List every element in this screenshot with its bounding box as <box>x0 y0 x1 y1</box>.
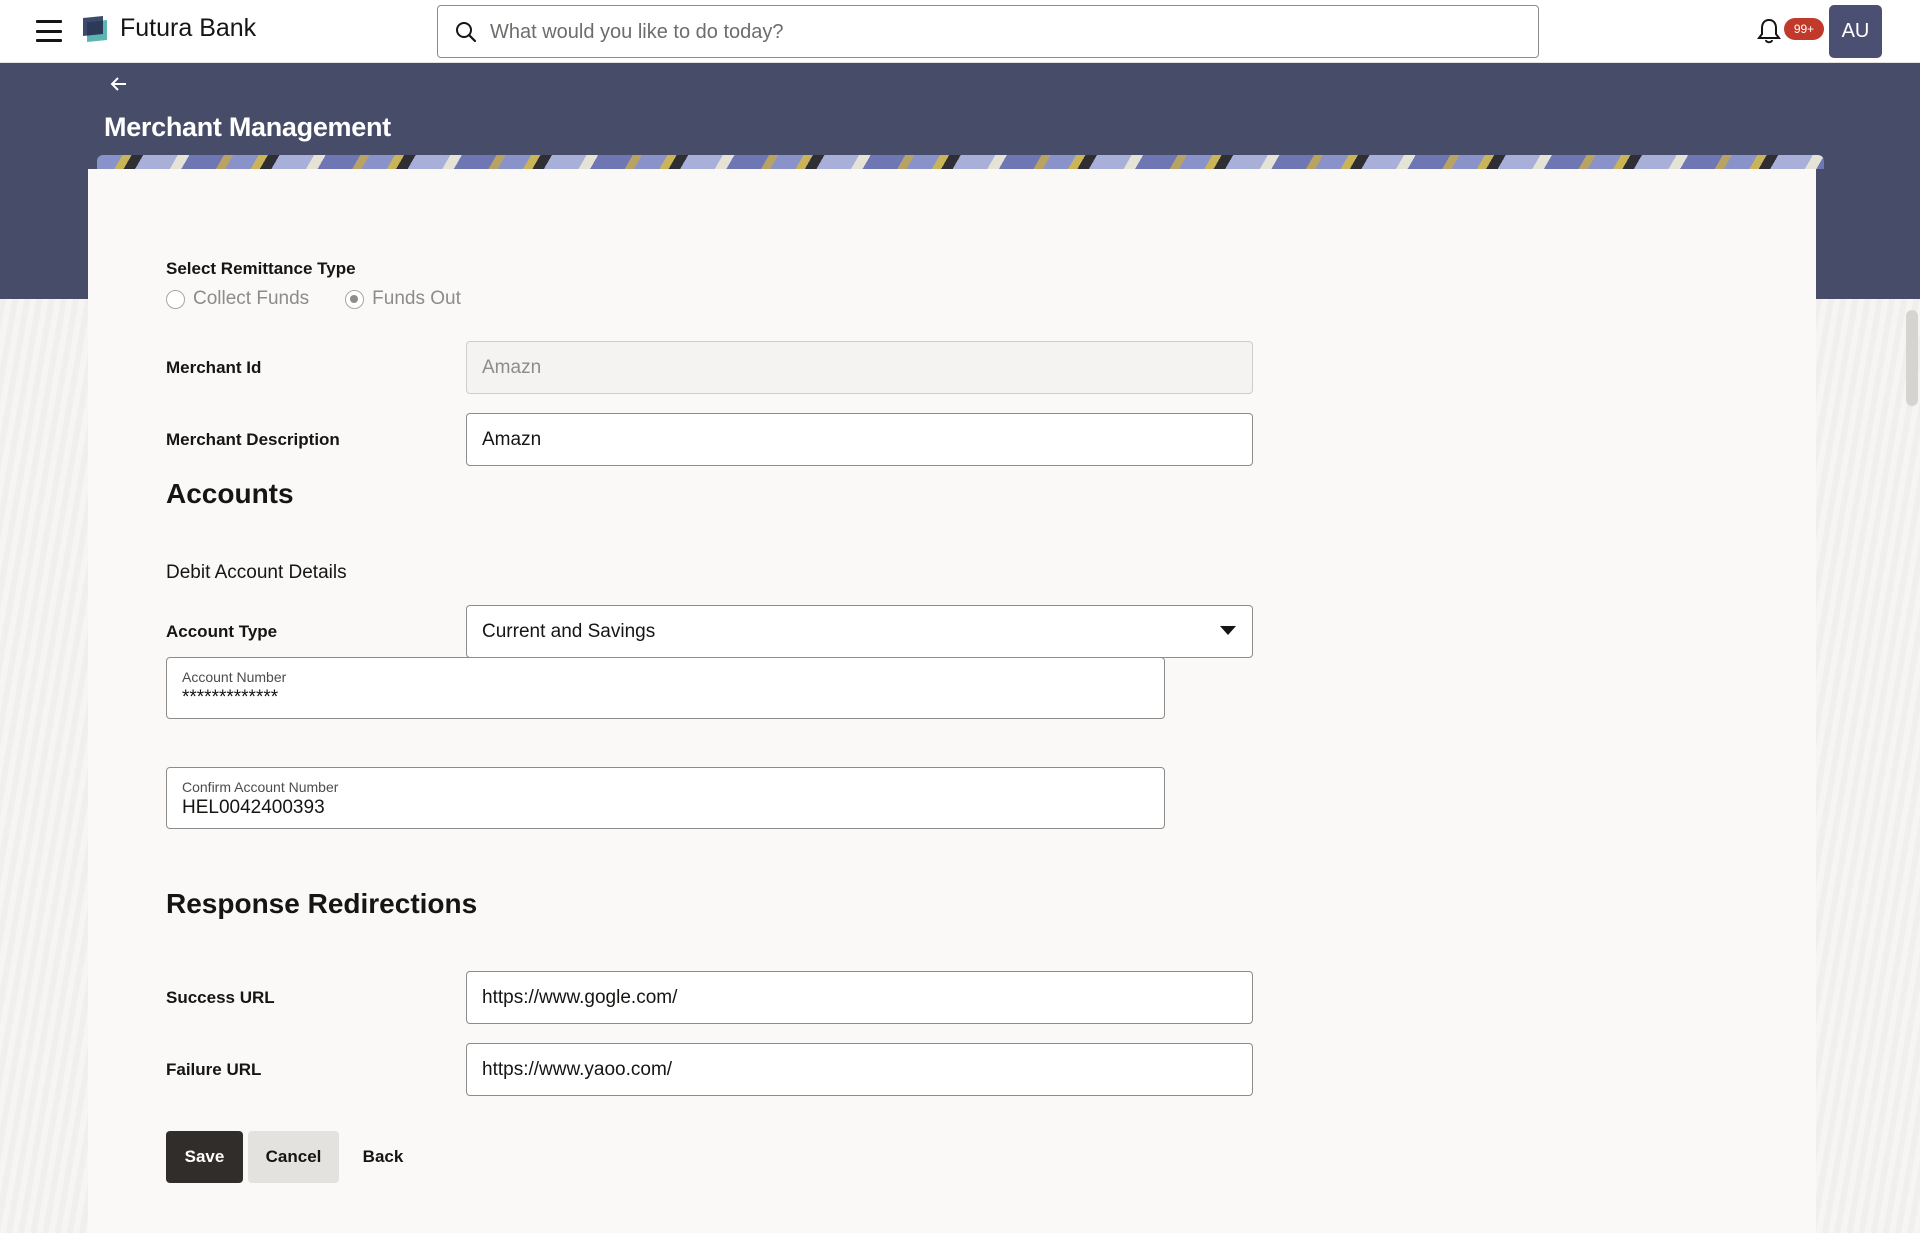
menu-icon[interactable] <box>36 20 62 42</box>
radio-collect-funds-label: Collect Funds <box>193 288 310 309</box>
debit-account-details-label: Debit Account Details <box>166 562 347 583</box>
back-arrow-icon[interactable] <box>108 73 130 95</box>
back-button[interactable]: Back <box>352 1131 414 1183</box>
brand-name: Futura Bank <box>120 14 257 42</box>
merchant-description-input[interactable] <box>482 428 1252 451</box>
bank-logo-icon <box>83 16 107 42</box>
radio-checked-icon <box>345 289 365 309</box>
scrollbar-thumb[interactable] <box>1906 310 1918 406</box>
radio-collect-funds[interactable]: Collect Funds <box>166 288 309 310</box>
chevron-down-icon <box>1220 626 1236 635</box>
remittance-type-label: Select Remittance Type <box>166 259 356 278</box>
merchant-id-value: Amazn <box>482 356 542 378</box>
account-number-field[interactable]: Account Number ************* <box>166 657 1165 719</box>
account-type-label: Account Type <box>166 622 278 641</box>
radio-unchecked-icon <box>166 289 185 309</box>
merchant-description-field[interactable] <box>466 413 1253 466</box>
merchant-id-field: Amazn <box>466 341 1253 394</box>
cancel-button[interactable]: Cancel <box>248 1131 339 1183</box>
account-type-value: Current and Savings <box>482 620 656 642</box>
radio-funds-out-label: Funds Out <box>372 288 461 309</box>
merchant-description-label: Merchant Description <box>166 430 340 449</box>
failure-url-input[interactable] <box>482 1058 1252 1081</box>
top-bar: Futura Bank 99+ AU <box>0 0 1920 63</box>
notification-badge[interactable]: 99+ <box>1784 18 1824 40</box>
confirm-account-number-field[interactable]: Confirm Account Number HEL0042400393 <box>166 767 1165 829</box>
remittance-type-radio-group: Collect Funds Funds Out <box>166 288 461 310</box>
search-box[interactable] <box>437 5 1539 58</box>
confirm-account-number-label: Confirm Account Number <box>182 779 339 795</box>
radio-funds-out[interactable]: Funds Out <box>345 288 461 310</box>
failure-url-label: Failure URL <box>166 1060 262 1079</box>
merchant-id-label: Merchant Id <box>166 358 262 377</box>
search-input[interactable] <box>490 14 1520 50</box>
search-icon <box>456 22 477 43</box>
page-title: Merchant Management <box>104 112 391 142</box>
save-button[interactable]: Save <box>166 1131 243 1183</box>
background-pattern-left <box>0 299 88 1233</box>
success-url-field[interactable] <box>466 971 1253 1024</box>
avatar[interactable]: AU <box>1829 5 1882 58</box>
success-url-input[interactable] <box>482 986 1252 1009</box>
confirm-account-number-value: HEL0042400393 <box>182 797 325 818</box>
account-number-value: ************* <box>182 687 279 708</box>
account-type-select[interactable]: Current and Savings <box>466 605 1253 658</box>
accounts-heading: Accounts <box>166 478 294 509</box>
decorative-banner <box>97 155 1824 169</box>
response-redirections-heading: Response Redirections <box>166 888 478 919</box>
scrollbar-track[interactable] <box>1904 299 1920 1233</box>
success-url-label: Success URL <box>166 988 275 1007</box>
account-number-label: Account Number <box>182 669 287 685</box>
failure-url-field[interactable] <box>466 1043 1253 1096</box>
bell-icon[interactable] <box>1755 16 1783 46</box>
